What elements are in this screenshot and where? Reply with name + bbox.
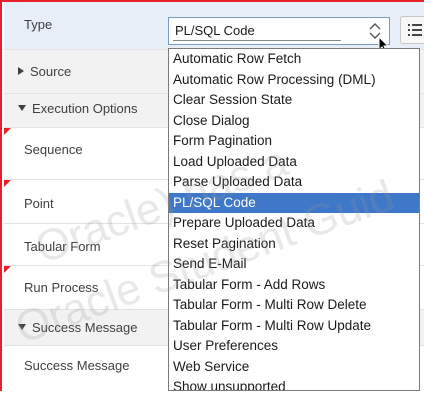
section-success-message-label: Success Message	[32, 320, 138, 335]
option-clear-session-state[interactable]: Clear Session State	[169, 90, 419, 111]
option-tabular-form-multi-row-update[interactable]: Tabular Form - Multi Row Update	[169, 316, 419, 337]
point-label: Point	[24, 196, 54, 211]
required-indicator	[4, 266, 11, 273]
type-label: Type	[24, 17, 53, 32]
type-select[interactable]: PL/SQL Code	[168, 17, 390, 45]
tabular-form-label: Tabular Form	[24, 239, 101, 254]
select-underline	[173, 40, 341, 41]
sequence-label: Sequence	[24, 142, 83, 157]
type-select-value: PL/SQL Code	[175, 23, 255, 38]
option-close-dialog[interactable]: Close Dialog	[169, 111, 419, 132]
option-form-pagination[interactable]: Form Pagination	[169, 131, 419, 152]
option-reset-pagination[interactable]: Reset Pagination	[169, 234, 419, 255]
option-tabular-form-add-rows[interactable]: Tabular Form - Add Rows	[169, 275, 419, 296]
list-of-values-button[interactable]	[400, 16, 424, 44]
section-execution-options-label: Execution Options	[32, 101, 138, 116]
expand-icon	[18, 67, 24, 75]
list-icon	[408, 24, 422, 36]
required-indicator	[4, 128, 11, 135]
section-source-label: Source	[30, 64, 72, 79]
option-automatic-row-fetch[interactable]: Automatic Row Fetch	[169, 49, 419, 70]
success-message-label: Success Message	[24, 358, 130, 373]
required-indicator	[4, 180, 11, 187]
option-show-unsupported[interactable]: Show unsupported	[169, 377, 419, 390]
option-web-service[interactable]: Web Service	[169, 357, 419, 378]
collapse-icon	[18, 105, 26, 111]
option-automatic-row-processing[interactable]: Automatic Row Processing (DML)	[169, 70, 419, 91]
run-process-label: Run Process	[24, 280, 99, 295]
option-plsql-code[interactable]: PL/SQL Code	[169, 192, 419, 213]
option-parse-uploaded-data[interactable]: Parse Uploaded Data	[169, 172, 419, 193]
option-load-uploaded-data[interactable]: Load Uploaded Data	[169, 152, 419, 173]
option-user-preferences[interactable]: User Preferences	[169, 336, 419, 357]
type-dropdown-list[interactable]: Automatic Row Fetch Automatic Row Proces…	[168, 48, 420, 391]
option-tabular-form-multi-row-delete[interactable]: Tabular Form - Multi Row Delete	[169, 295, 419, 316]
option-send-email[interactable]: Send E-Mail	[169, 254, 419, 275]
option-prepare-uploaded-data[interactable]: Prepare Uploaded Data	[169, 213, 419, 234]
collapse-icon	[18, 324, 26, 330]
